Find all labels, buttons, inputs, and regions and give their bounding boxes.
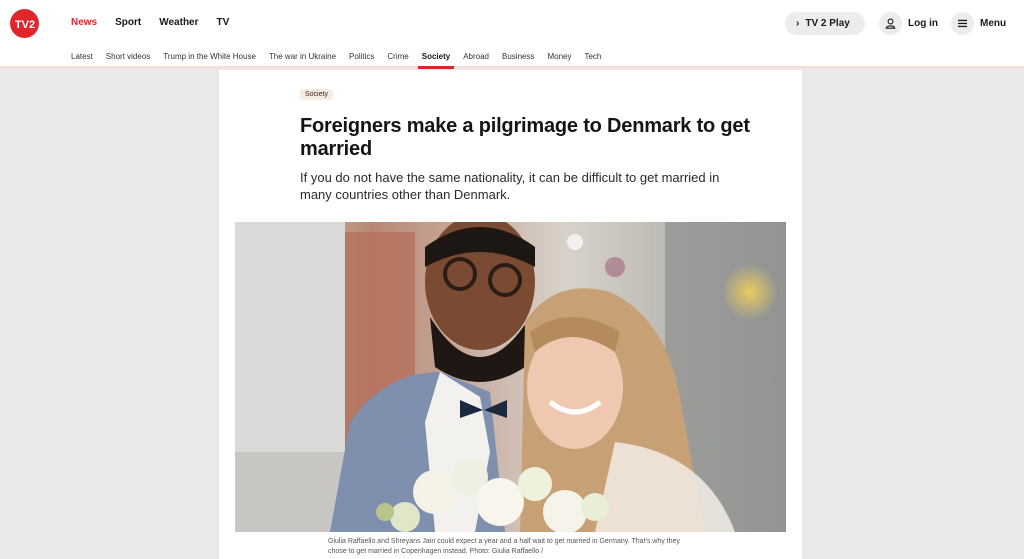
subnav-money[interactable]: Money — [547, 52, 571, 62]
section-navigation: Latest Short videos Trump in the White H… — [71, 52, 614, 69]
subnav-trump[interactable]: Trump in the White House — [163, 52, 256, 62]
category-tag[interactable]: Society — [300, 89, 333, 100]
photo-caption: Giulia Raffaello and Shreyans Jain could… — [328, 538, 680, 555]
nav-sport[interactable]: Sport — [115, 16, 141, 30]
menu-button[interactable]: Menu — [951, 12, 1006, 35]
site-header: TV2 News Sport Weather TV › TV 2 Play Lo… — [0, 0, 1024, 69]
login-label: Log in — [908, 18, 938, 29]
subnav-crime[interactable]: Crime — [387, 52, 408, 62]
subnav-short-videos[interactable]: Short videos — [106, 52, 150, 62]
nav-weather[interactable]: Weather — [159, 16, 198, 30]
hamburger-menu-icon — [951, 12, 974, 35]
article-photo[interactable] — [235, 222, 786, 532]
article-headline: Foreigners make a pilgrimage to Denmark … — [300, 115, 750, 160]
login-button[interactable]: Log in — [879, 12, 938, 35]
subnav-abroad[interactable]: Abroad — [463, 52, 489, 62]
menu-label: Menu — [980, 18, 1007, 29]
article-lead: If you do not have the same nationality,… — [300, 170, 720, 202]
tv2-logo-icon[interactable]: TV2 — [10, 9, 39, 38]
article: Society Foreigners make a pilgrimage to … — [219, 70, 802, 559]
chevron-right-icon: › — [796, 18, 800, 29]
nav-tv[interactable]: TV — [217, 16, 230, 30]
tv2-play-label: TV 2 Play — [805, 18, 850, 29]
subnav-business[interactable]: Business — [502, 52, 534, 62]
main-navigation: News Sport Weather TV — [71, 16, 247, 30]
svg-text:TV2: TV2 — [14, 19, 34, 30]
user-icon — [879, 12, 902, 35]
subnav-latest[interactable]: Latest — [71, 52, 93, 62]
subnav-tech[interactable]: Tech — [584, 52, 601, 62]
nav-news[interactable]: News — [71, 16, 97, 30]
subnav-ukraine[interactable]: The war in Ukraine — [269, 52, 336, 62]
subnav-politics[interactable]: Politics — [349, 52, 374, 62]
subnav-society[interactable]: Society — [417, 52, 455, 69]
tv2-play-button[interactable]: › TV 2 Play — [785, 12, 865, 35]
